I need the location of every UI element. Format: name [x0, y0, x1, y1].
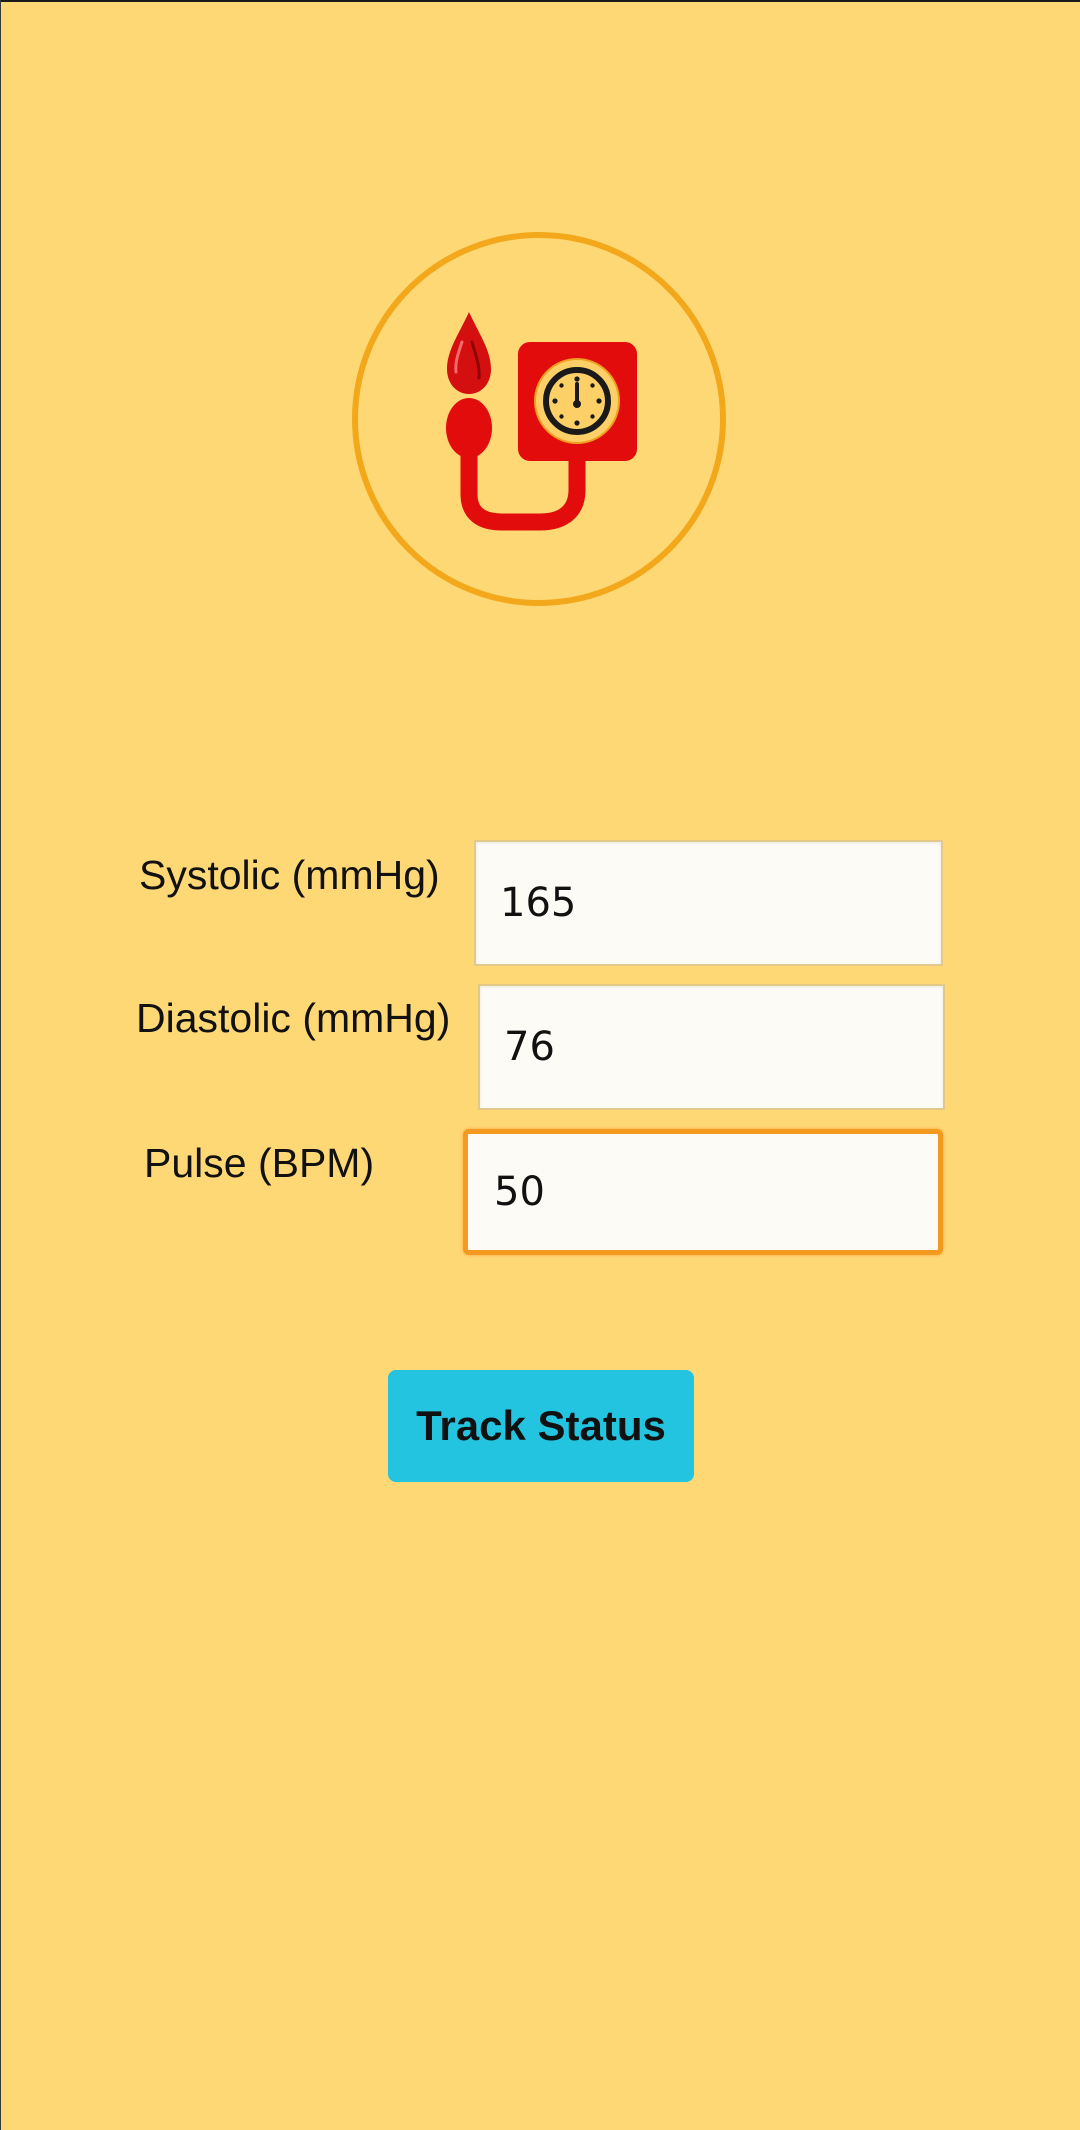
track-status-button[interactable]: Track Status — [388, 1370, 694, 1482]
pulse-input[interactable] — [463, 1129, 943, 1255]
pulse-label: Pulse (BPM) — [144, 1140, 375, 1186]
blood-pressure-monitor-icon — [352, 232, 726, 606]
systolic-label: Systolic (mmHg) — [139, 852, 440, 898]
blood-pressure-logo — [352, 232, 726, 606]
app-screen: Systolic (mmHg) Diastolic (mmHg) Pulse (… — [0, 0, 1080, 2130]
diastolic-input[interactable] — [478, 984, 945, 1110]
diastolic-label: Diastolic (mmHg) — [136, 995, 451, 1041]
left-border — [0, 0, 1, 2130]
top-border — [0, 0, 1080, 2]
systolic-input[interactable] — [474, 840, 943, 966]
